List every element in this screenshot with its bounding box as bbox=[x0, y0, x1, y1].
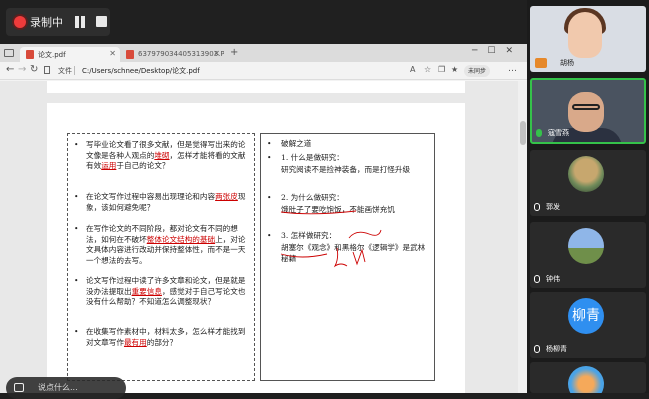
pdf-icon bbox=[26, 50, 34, 59]
list-item: • 在写作论文的不同阶段，都对论文有不同的想法，如何在不破坏整体论文结构的基础上，… bbox=[72, 224, 252, 266]
highlight-text: 堆砌 bbox=[154, 150, 170, 160]
record-icon bbox=[14, 16, 26, 28]
participant-tile[interactable]: 郭发 bbox=[530, 150, 646, 216]
address-bar: ← → ↻ 文件 C:/Users/schnee/Desktop/论文.pdf … bbox=[0, 62, 527, 80]
participant-name: 杨柳青 bbox=[546, 345, 567, 353]
mic-off-icon bbox=[534, 345, 540, 353]
scrollbar[interactable] bbox=[518, 81, 527, 393]
list-item: • 在论文写作过程中容易出现理论和内容两张皮现象，该如何避免呢？ bbox=[72, 192, 252, 213]
avatar bbox=[568, 156, 604, 192]
chat-placeholder: 说点什么... bbox=[38, 383, 78, 392]
participant-tile[interactable]: 柳青 杨柳青 bbox=[530, 292, 646, 358]
highlight-text: 最有用 bbox=[123, 337, 147, 347]
close-icon[interactable]: ✕ bbox=[109, 49, 116, 58]
recording-label: 录制中 bbox=[30, 16, 63, 29]
participant-label: 钟伟 bbox=[534, 274, 560, 284]
participant-label: 杨柳青 bbox=[534, 344, 567, 354]
reload-icon[interactable]: ↻ bbox=[30, 64, 38, 75]
solutions-column: • 破解之道 • 1. 什么是做研究： 研究阅读不是捡神装备，而是打怪升级 • 2. … bbox=[260, 133, 435, 381]
participant-tile[interactable]: 胡杨 bbox=[530, 6, 646, 72]
participant-tile[interactable]: 钟伟 bbox=[530, 222, 646, 288]
mic-off-icon bbox=[534, 203, 540, 211]
file-scheme-label: 文件 bbox=[58, 67, 72, 75]
handwritten-annotations bbox=[280, 210, 382, 268]
pdf-page-previous bbox=[47, 81, 465, 93]
bullet: • bbox=[74, 276, 79, 285]
pause-button[interactable] bbox=[74, 16, 86, 28]
list-item: • 在收集写作素材中，材料太多，怎么样才能找到对文章写作最有用的部分？ bbox=[72, 327, 252, 348]
item-text: 于自己的论文？ bbox=[116, 161, 170, 170]
chat-input[interactable]: 说点什么... bbox=[6, 377, 126, 399]
mic-off-icon bbox=[534, 275, 540, 283]
tab-pdf-active[interactable]: 论文.pdf ✕ bbox=[20, 47, 120, 62]
pdf-icon bbox=[126, 50, 134, 59]
more-icon[interactable]: … bbox=[508, 64, 517, 74]
participant-name: 胡杨 bbox=[560, 59, 574, 67]
list-item: • 论文写作过程中读了许多文章和论文，但是就是没办法提取出重要信息，感觉对于自己写… bbox=[72, 276, 252, 308]
pdf-viewer[interactable]: • 写毕业论文看了很多文献，但是觉得写出来的论文像是各种人观点的堆砌，怎样才能将看… bbox=[0, 81, 527, 399]
item-text: 在论文写作过程中容易出现理论和内容 bbox=[86, 192, 216, 201]
video-feed bbox=[572, 104, 600, 110]
avatar: 柳青 bbox=[568, 298, 604, 334]
chat-icon bbox=[14, 383, 24, 392]
item-text: 的部分？ bbox=[146, 337, 178, 347]
questions-column: • 写毕业论文看了很多文献，但是觉得写出来的论文像是各种人观点的堆砌，怎样才能将看… bbox=[67, 133, 255, 381]
new-tab-button[interactable]: + bbox=[230, 47, 238, 58]
divider bbox=[74, 66, 75, 75]
participant-name: 郭发 bbox=[546, 203, 560, 211]
forward-icon[interactable]: → bbox=[18, 64, 26, 75]
tab-label: 论文.pdf bbox=[38, 51, 66, 59]
scrollbar-thumb[interactable] bbox=[520, 121, 526, 145]
tab-label: 637979034405313903.PDF bbox=[138, 50, 224, 58]
video-feed bbox=[568, 12, 602, 58]
favorite-icon[interactable]: ☆ bbox=[424, 65, 431, 74]
read-aloud-icon[interactable]: A bbox=[410, 65, 415, 74]
bullet: • bbox=[74, 224, 79, 233]
window-controls[interactable]: ─☐✕ bbox=[472, 46, 523, 56]
highlight-text: 两张皮 bbox=[215, 192, 238, 201]
pdf-page: • 写毕业论文看了很多文献，但是觉得写出来的论文像是各种人观点的堆砌，怎样才能将看… bbox=[47, 103, 465, 393]
browser-window: 论文.pdf ✕ 637979034405313903.PDF ✕ + ─☐✕ … bbox=[0, 44, 527, 399]
mic-icon bbox=[536, 129, 542, 137]
highlight-text: 整体论文结构的基础 bbox=[146, 234, 216, 244]
participant-panel: 胡杨 寇雪燕 郭发 钟伟 柳青 杨柳青 bbox=[527, 0, 649, 393]
content-table: • 写毕业论文看了很多文献，但是觉得写出来的论文像是各种人观点的堆砌，怎样才能将看… bbox=[67, 133, 437, 381]
close-icon[interactable]: ✕ bbox=[213, 49, 220, 58]
tab-pdf-second[interactable]: 637979034405313903.PDF ✕ bbox=[120, 47, 224, 62]
highlight-text: 重要信息 bbox=[131, 286, 162, 296]
collections-icon[interactable]: ❐ bbox=[438, 65, 445, 74]
bullet: • bbox=[74, 140, 79, 149]
file-icon bbox=[44, 66, 50, 74]
stop-button[interactable] bbox=[96, 16, 107, 27]
list-item: • 写毕业论文看了很多文献，但是觉得写出来的论文像是各种人观点的堆砌，怎样才能将看… bbox=[72, 140, 252, 172]
host-badge-icon bbox=[535, 58, 547, 68]
participant-name: 寇雪燕 bbox=[548, 129, 569, 137]
url-field[interactable]: C:/Users/schnee/Desktop/论文.pdf bbox=[82, 66, 200, 76]
recording-toolbar: 录制中 bbox=[0, 0, 527, 44]
tab-actions-icon[interactable] bbox=[4, 49, 14, 57]
highlight-text: 运用 bbox=[101, 161, 117, 170]
favorites-bar-icon[interactable]: ★ bbox=[451, 65, 458, 74]
participant-label: 郭发 bbox=[534, 202, 560, 212]
avatar bbox=[568, 228, 604, 264]
recording-control: 录制中 bbox=[6, 8, 110, 36]
participant-name: 钟伟 bbox=[546, 275, 560, 283]
video-feed bbox=[568, 92, 604, 132]
participant-label: 寇雪燕 bbox=[536, 128, 569, 138]
bullet: • bbox=[74, 327, 79, 336]
back-icon[interactable]: ← bbox=[6, 64, 14, 75]
bullet: • bbox=[74, 192, 79, 201]
participant-tile-speaking[interactable]: 寇雪燕 bbox=[530, 78, 646, 144]
participant-tile[interactable] bbox=[530, 362, 646, 393]
profile-button[interactable]: 未同步 bbox=[464, 65, 491, 77]
tab-strip: 论文.pdf ✕ 637979034405313903.PDF ✕ + ─☐✕ bbox=[0, 44, 527, 62]
avatar bbox=[568, 366, 604, 393]
